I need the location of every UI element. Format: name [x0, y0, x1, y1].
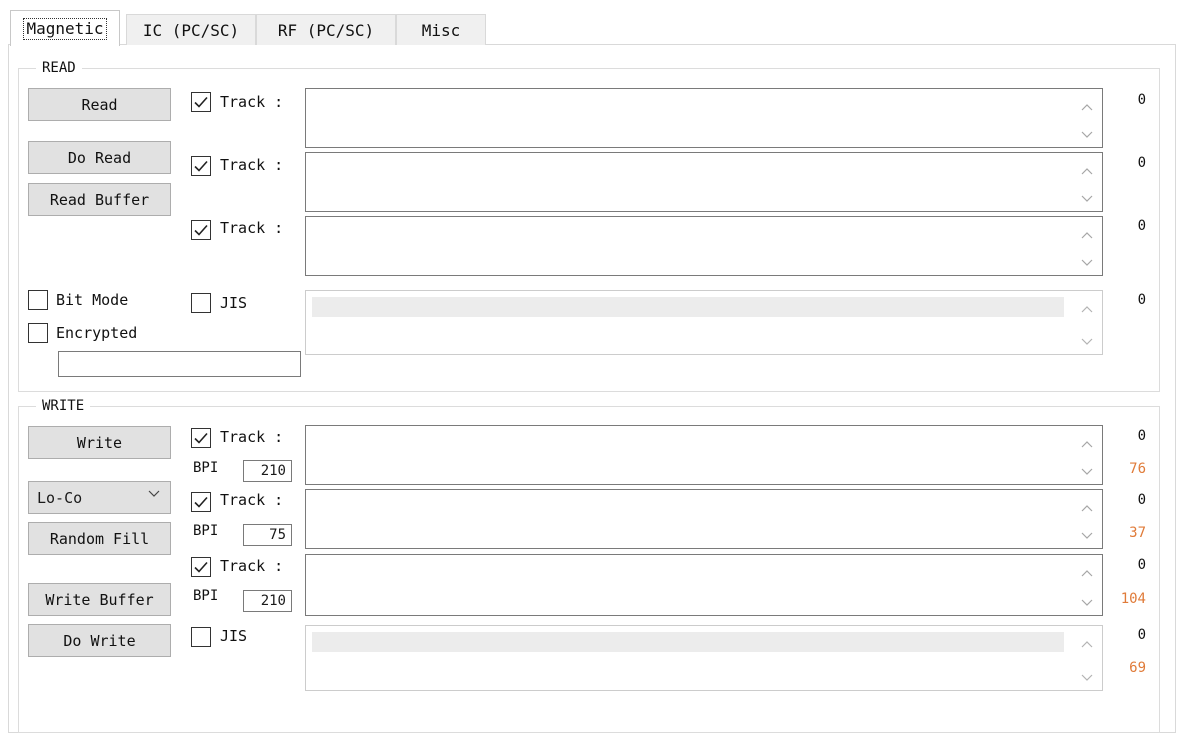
scroll-down-icon: [1081, 338, 1093, 345]
write-track2-checkbox[interactable]: [191, 492, 211, 512]
read-track1-label: Track :: [220, 93, 284, 111]
read-track1-textarea[interactable]: [305, 88, 1103, 148]
tab-magnetic-label: Magnetic: [23, 17, 107, 40]
write-track1-bpi-input[interactable]: 210: [243, 460, 292, 482]
write-track2-count: 0: [1137, 492, 1146, 508]
write-button[interactable]: Write: [28, 426, 171, 459]
write-track2-bpi-label: BPI: [193, 523, 219, 539]
read-track3-scrollbar[interactable]: [1074, 219, 1100, 273]
scroll-up-icon[interactable]: [1081, 103, 1093, 111]
scroll-down-icon[interactable]: [1081, 131, 1093, 139]
write-track2-textarea[interactable]: [305, 489, 1103, 549]
write-track3-scrollbar[interactable]: [1074, 557, 1100, 613]
write-track1-bpi-label: BPI: [193, 460, 219, 476]
read-track3-checkbox[interactable]: [191, 220, 211, 240]
read-track3-count: 0: [1137, 218, 1146, 234]
encrypted-checkbox[interactable]: [28, 323, 48, 343]
scroll-down-icon[interactable]: [1081, 468, 1093, 476]
read-track2-count: 0: [1137, 155, 1146, 171]
do-write-button[interactable]: Do Write: [28, 624, 171, 657]
checkmark-icon: [194, 224, 208, 236]
scroll-up-icon: [1081, 641, 1093, 648]
tab-ic-pcsc[interactable]: IC (PC/SC): [126, 14, 256, 45]
write-track2-bpi-input[interactable]: 75: [243, 524, 292, 546]
write-group-title: WRITE: [36, 398, 91, 414]
write-jis-scrollbar: [1074, 628, 1100, 688]
write-jis-label: JIS: [220, 627, 248, 645]
bit-mode-label: Bit Mode: [56, 291, 129, 309]
tab-magnetic[interactable]: Magnetic: [10, 10, 120, 46]
coercivity-select-value: Lo-Co: [37, 488, 83, 507]
checkmark-icon: [194, 96, 208, 108]
checkmark-icon: [194, 432, 208, 444]
read-jis-checkbox[interactable]: [191, 293, 211, 313]
write-track2-max: 37: [1129, 525, 1146, 541]
scroll-up-icon[interactable]: [1081, 167, 1093, 175]
write-track1-scrollbar[interactable]: [1074, 428, 1100, 482]
checkmark-icon: [194, 561, 208, 573]
read-track2-scrollbar[interactable]: [1074, 155, 1100, 209]
read-track2-textarea[interactable]: [305, 152, 1103, 212]
write-track3-bpi-label: BPI: [193, 588, 219, 604]
do-read-button[interactable]: Do Read: [28, 141, 171, 174]
encryption-key-input[interactable]: [58, 351, 301, 377]
tab-rf-pcsc[interactable]: RF (PC/SC): [256, 14, 396, 45]
write-track3-max: 104: [1120, 591, 1146, 607]
scroll-up-icon[interactable]: [1081, 569, 1093, 577]
write-track1-label: Track :: [220, 428, 284, 446]
chevron-down-icon: [148, 490, 160, 497]
read-track3-label: Track :: [220, 219, 284, 237]
read-jis-disabled-fill: [312, 297, 1064, 317]
write-track2-label: Track :: [220, 491, 284, 509]
tab-rf-pcsc-label: RF (PC/SC): [277, 20, 375, 40]
read-track2-checkbox[interactable]: [191, 156, 211, 176]
read-track1-count: 0: [1137, 92, 1146, 108]
read-track2-label: Track :: [220, 156, 284, 174]
coercivity-select[interactable]: Lo-Co: [28, 481, 171, 514]
tab-misc[interactable]: Misc: [396, 14, 486, 45]
write-track2-scrollbar[interactable]: [1074, 492, 1100, 546]
write-jis-textarea: [305, 625, 1103, 691]
checkmark-icon: [194, 496, 208, 508]
encrypted-label: Encrypted: [56, 324, 138, 342]
read-buffer-button[interactable]: Read Buffer: [28, 183, 171, 216]
scroll-down-icon[interactable]: [1081, 195, 1093, 203]
checkmark-icon: [194, 160, 208, 172]
write-jis-checkbox[interactable]: [191, 627, 211, 647]
read-track3-textarea[interactable]: [305, 216, 1103, 276]
read-jis-count: 0: [1137, 292, 1146, 308]
write-track3-textarea[interactable]: [305, 554, 1103, 616]
write-jis-disabled-fill: [312, 632, 1064, 652]
write-track1-count: 0: [1137, 428, 1146, 444]
write-track1-textarea[interactable]: [305, 425, 1103, 485]
scroll-down-icon[interactable]: [1081, 599, 1093, 607]
read-track1-scrollbar[interactable]: [1074, 91, 1100, 145]
random-fill-button[interactable]: Random Fill: [28, 522, 171, 555]
scroll-down-icon[interactable]: [1081, 532, 1093, 540]
scroll-down-icon: [1081, 674, 1093, 681]
write-jis-count: 0: [1137, 627, 1146, 643]
scroll-down-icon[interactable]: [1081, 259, 1093, 267]
read-jis-label: JIS: [220, 294, 248, 312]
scroll-up-icon[interactable]: [1081, 231, 1093, 239]
write-track1-checkbox[interactable]: [191, 428, 211, 448]
tab-misc-label: Misc: [421, 20, 461, 40]
read-track1-checkbox[interactable]: [191, 92, 211, 112]
read-group-title: READ: [36, 60, 82, 76]
read-button[interactable]: Read: [28, 88, 171, 121]
read-jis-textarea: [305, 290, 1103, 355]
write-track1-max: 76: [1129, 461, 1146, 477]
write-buffer-button[interactable]: Write Buffer: [28, 583, 171, 616]
read-jis-scrollbar: [1074, 293, 1100, 352]
write-track3-label: Track :: [220, 557, 284, 575]
scroll-up-icon: [1081, 306, 1093, 313]
tab-ic-pcsc-label: IC (PC/SC): [142, 20, 240, 40]
bit-mode-checkbox[interactable]: [28, 290, 48, 310]
scroll-up-icon[interactable]: [1081, 440, 1093, 448]
write-track3-checkbox[interactable]: [191, 557, 211, 577]
scroll-up-icon[interactable]: [1081, 504, 1093, 512]
write-jis-max: 69: [1129, 660, 1146, 676]
write-track3-bpi-input[interactable]: 210: [243, 590, 292, 612]
write-track3-count: 0: [1137, 557, 1146, 573]
